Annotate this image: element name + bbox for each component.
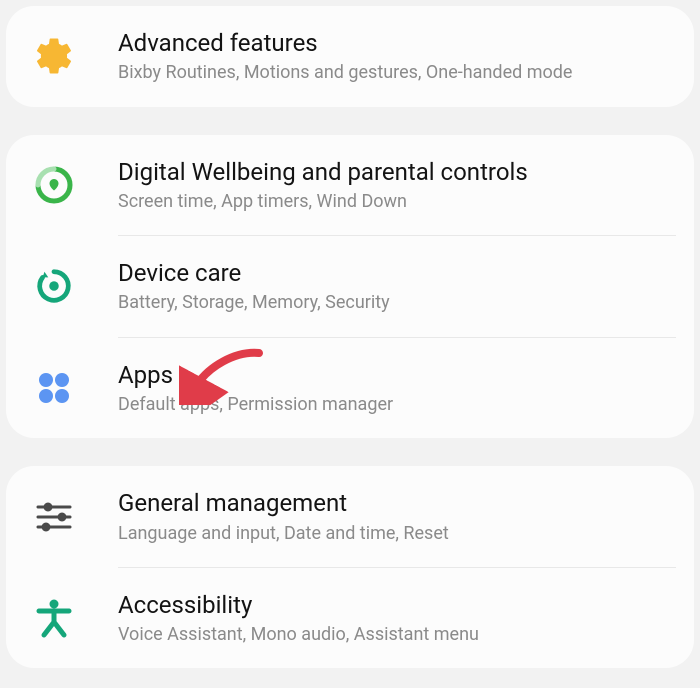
item-text: Advanced features Bixby Routines, Motion…: [118, 28, 694, 85]
gear-icon: [30, 32, 78, 80]
item-text: Apps Default apps, Permission manager: [118, 360, 694, 417]
item-title: Accessibility: [118, 590, 694, 621]
group-gap: [0, 107, 700, 135]
device-care-icon: [30, 262, 78, 310]
item-subtitle: Bixby Routines, Motions and gestures, On…: [118, 61, 694, 84]
item-title: Advanced features: [118, 28, 694, 59]
settings-item-accessibility[interactable]: Accessibility Voice Assistant, Mono audi…: [6, 568, 694, 669]
item-subtitle: Default apps, Permission manager: [118, 393, 694, 416]
wellbeing-icon: [30, 161, 78, 209]
item-title: General management: [118, 488, 694, 519]
item-subtitle: Battery, Storage, Memory, Security: [118, 291, 694, 314]
item-title: Digital Wellbeing and parental controls: [118, 157, 694, 188]
group-gap: [0, 438, 700, 466]
item-text: General management Language and input, D…: [118, 488, 694, 545]
apps-icon: [30, 364, 78, 412]
settings-group-3: General management Language and input, D…: [6, 466, 694, 668]
settings-group-1: Advanced features Bixby Routines, Motion…: [6, 6, 694, 107]
item-subtitle: Screen time, App timers, Wind Down: [118, 190, 694, 213]
item-subtitle: Voice Assistant, Mono audio, Assistant m…: [118, 623, 694, 646]
accessibility-icon: [30, 594, 78, 642]
settings-item-general-management[interactable]: General management Language and input, D…: [6, 466, 694, 567]
item-text: Accessibility Voice Assistant, Mono audi…: [118, 590, 694, 647]
item-text: Device care Battery, Storage, Memory, Se…: [118, 258, 694, 315]
settings-item-device-care[interactable]: Device care Battery, Storage, Memory, Se…: [6, 236, 694, 337]
item-title: Apps: [118, 360, 694, 391]
item-subtitle: Language and input, Date and time, Reset: [118, 522, 694, 545]
settings-group-2: Digital Wellbeing and parental controls …: [6, 135, 694, 439]
sliders-icon: [30, 493, 78, 541]
settings-item-digital-wellbeing[interactable]: Digital Wellbeing and parental controls …: [6, 135, 694, 236]
item-title: Device care: [118, 258, 694, 289]
item-text: Digital Wellbeing and parental controls …: [118, 157, 694, 214]
settings-item-advanced-features[interactable]: Advanced features Bixby Routines, Motion…: [6, 6, 694, 107]
settings-item-apps[interactable]: Apps Default apps, Permission manager: [6, 338, 694, 439]
